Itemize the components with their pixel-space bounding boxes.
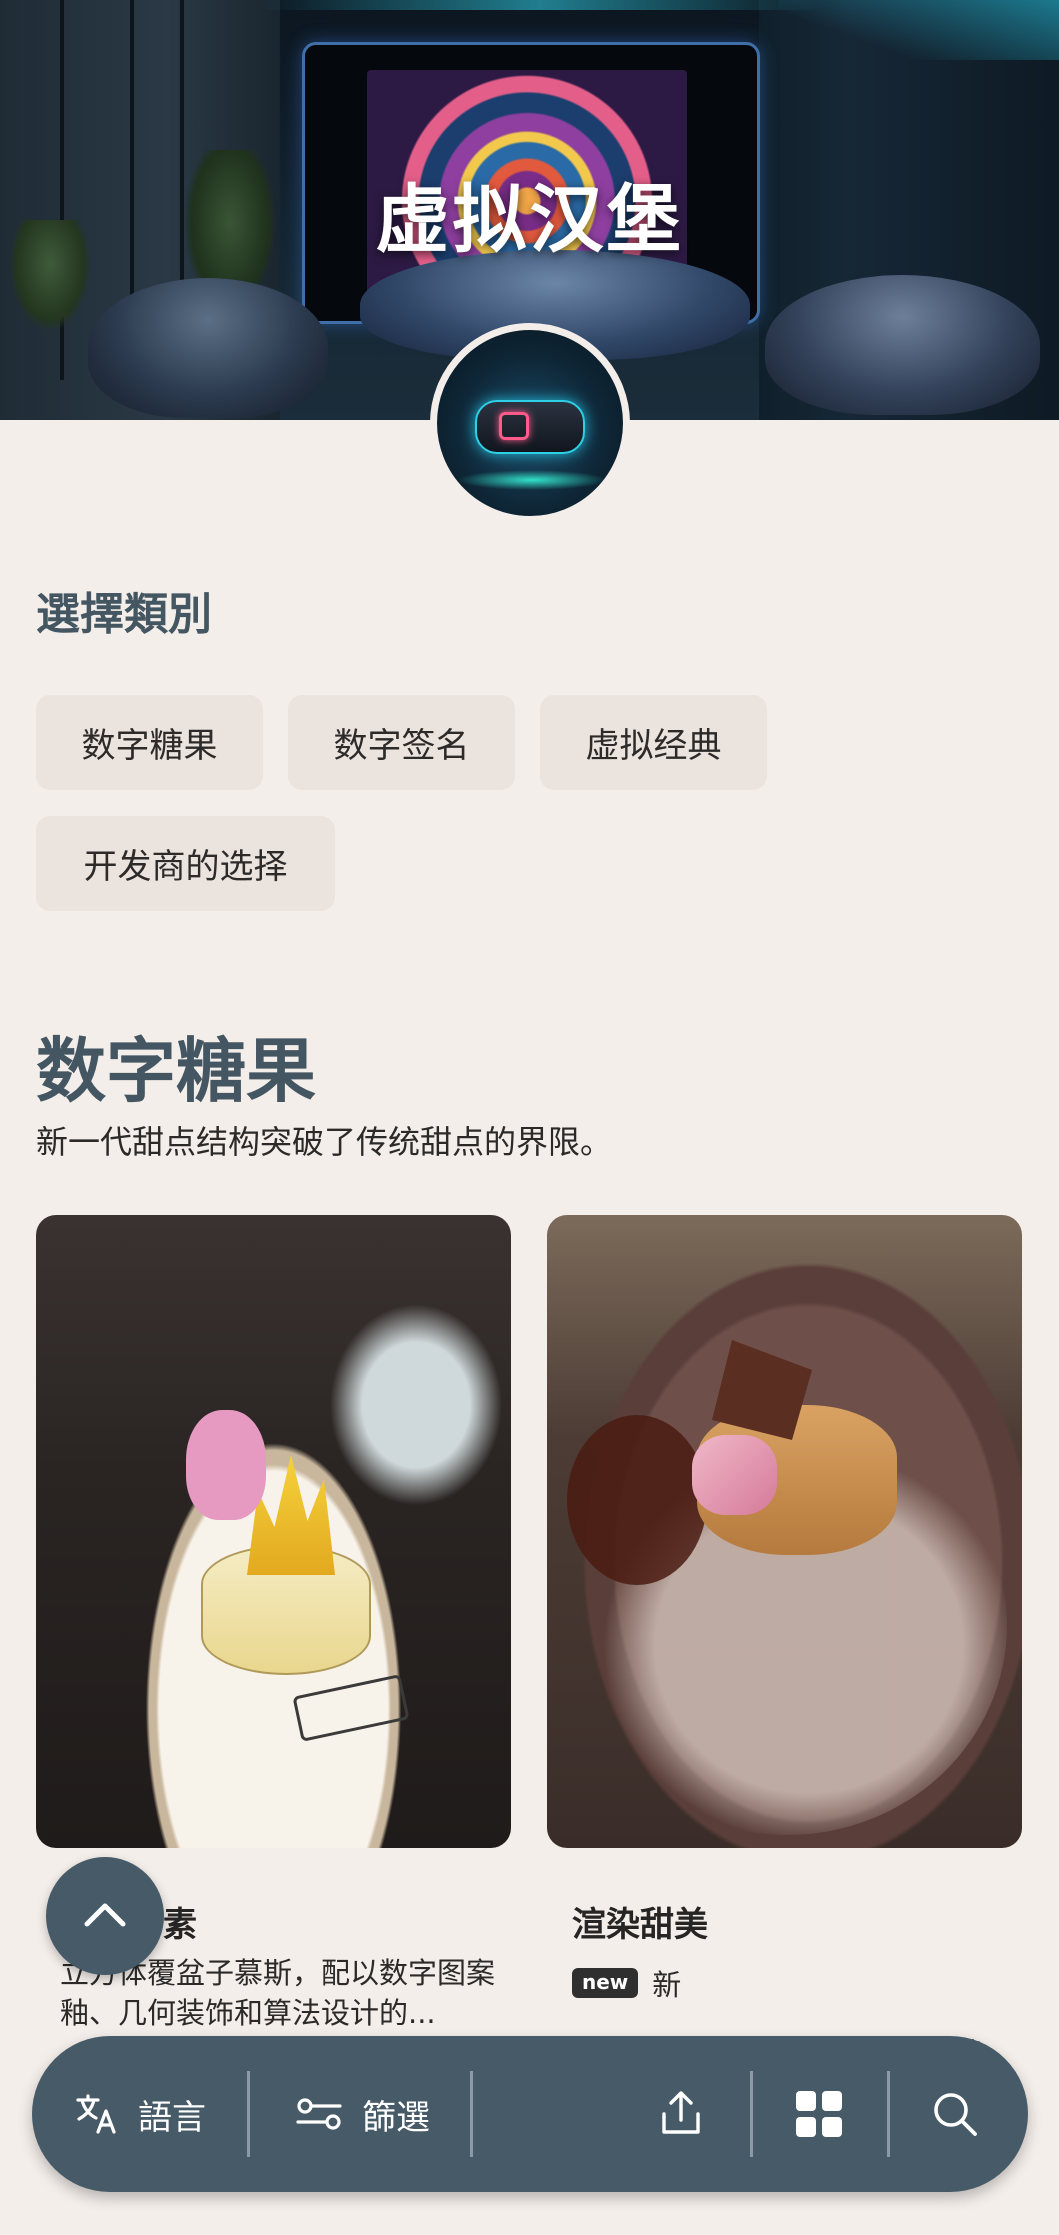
vr-headset-icon	[475, 400, 585, 454]
lounge-chair	[765, 275, 1040, 415]
divider	[750, 2071, 753, 2157]
menu-item-title[interactable]: 渲染甜美	[572, 1897, 708, 1946]
divider	[470, 2071, 473, 2157]
category-chip-digital-candy[interactable]: 数字糖果	[36, 695, 263, 790]
neon-light	[779, 0, 1059, 60]
category-chip-digital-signature[interactable]: 数字签名	[288, 695, 515, 790]
share-icon	[662, 2091, 700, 2134]
new-badge-label: 新	[652, 1968, 682, 2002]
burger-logo-icon	[499, 412, 529, 440]
logo-glow	[457, 470, 607, 490]
neon-light	[260, 0, 820, 10]
restaurant-logo-avatar	[430, 323, 630, 523]
scroll-to-top-button[interactable]	[46, 1857, 164, 1975]
category-description: 新一代甜点结构突破了传统甜点的界限。	[36, 1123, 613, 1161]
restaurant-name: 虚拟汉堡	[375, 177, 684, 263]
menu-item-badge-row: new 新	[572, 1962, 681, 2004]
menu-item-image[interactable]	[547, 1215, 1022, 1848]
search-icon	[934, 2093, 977, 2136]
translate-icon	[76, 2094, 116, 2134]
filter-icon	[296, 2098, 342, 2130]
grid-icon	[796, 2091, 842, 2137]
share-button[interactable]	[656, 2036, 706, 2192]
cake-figure	[186, 1410, 266, 1520]
divider	[247, 2071, 250, 2157]
select-category-heading: 選擇類別	[36, 589, 212, 640]
lounge-chair	[88, 278, 328, 418]
search-button[interactable]	[930, 2036, 980, 2192]
category-chip-developer-choice[interactable]: 开发商的选择	[36, 816, 335, 911]
chevron-up-icon	[84, 1903, 126, 1927]
divider	[887, 2071, 890, 2157]
language-label: 語言	[138, 2097, 206, 2138]
bottom-action-bar: 語言 篩選	[32, 2036, 1028, 2192]
menu-item-title[interactable]: 素	[163, 1897, 197, 1946]
menu-item-image[interactable]	[36, 1215, 511, 1848]
new-badge: new	[572, 1968, 639, 1998]
filter-button[interactable]: 篩選	[294, 2036, 430, 2192]
sauce-smear	[567, 1415, 707, 1585]
category-title: 数字糖果	[36, 1030, 316, 1112]
raspberry-piece	[692, 1435, 777, 1515]
filter-label: 篩選	[362, 2097, 430, 2138]
plate-tag	[292, 1674, 410, 1742]
language-button[interactable]: 語言	[74, 2036, 206, 2192]
grid-view-button[interactable]	[794, 2036, 844, 2192]
category-chip-virtual-classics[interactable]: 虚拟经典	[540, 695, 767, 790]
